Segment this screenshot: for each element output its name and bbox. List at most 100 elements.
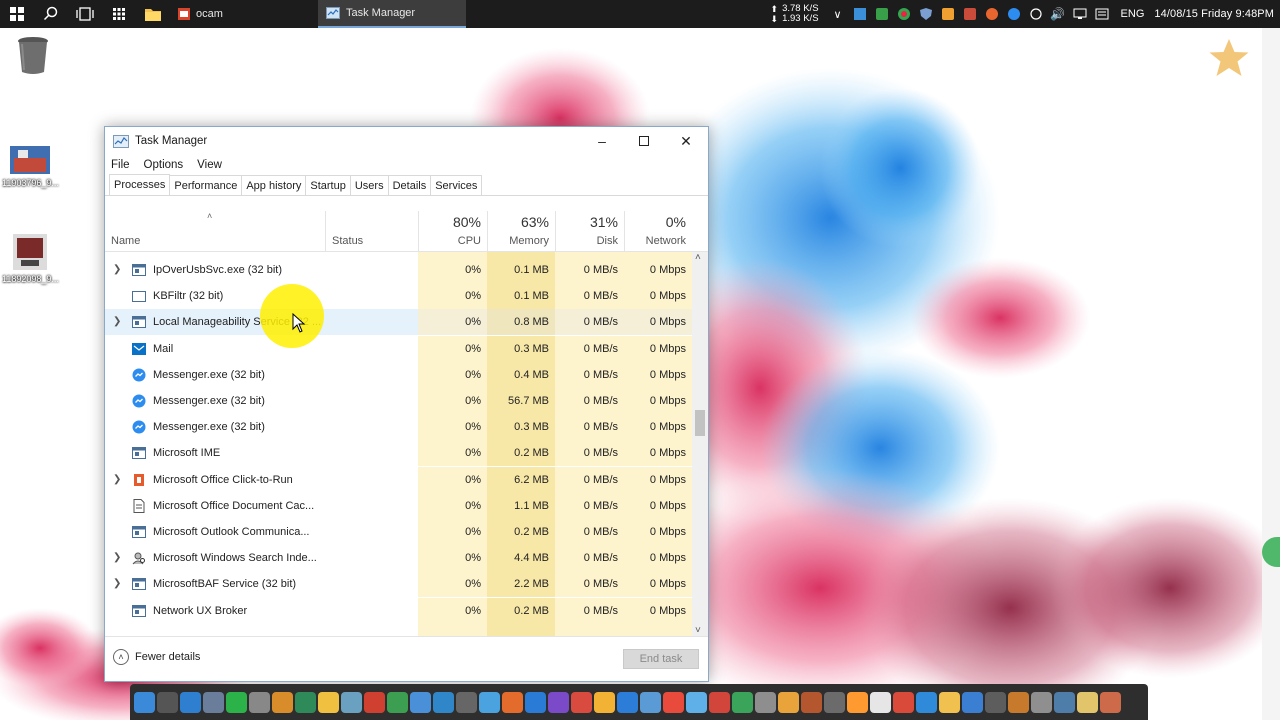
dock-app-icon[interactable] (203, 691, 224, 713)
dock-app-icon[interactable] (341, 691, 362, 713)
tab-performance[interactable]: Performance (169, 175, 243, 195)
column-name[interactable]: ˄ Name (105, 211, 325, 251)
table-row[interactable]: Messenger.exe (32 bit) 0% 0.3 MB 0 MB/s 0 Mb… (105, 414, 692, 441)
task-view-button[interactable] (68, 0, 102, 28)
dock-app-icon[interactable] (893, 691, 914, 713)
dock-app-icon[interactable] (272, 691, 293, 713)
column-network[interactable]: 0% Network (624, 211, 708, 251)
tab-app-history[interactable]: App history (241, 175, 307, 195)
table-row[interactable]: Microsoft IME 0% 0.2 MB 0 MB/s 0 Mbps (105, 440, 692, 467)
dock-app-icon[interactable] (847, 691, 868, 713)
tab-services[interactable]: Services (430, 175, 483, 195)
dock-app-icon[interactable] (962, 691, 983, 713)
dock-app-icon[interactable] (479, 691, 500, 713)
column-memory[interactable]: 63% Memory (487, 211, 555, 251)
column-cpu[interactable]: 80% CPU (418, 211, 487, 251)
dock-app-icon[interactable] (709, 691, 730, 713)
dock-app-icon[interactable] (157, 691, 178, 713)
search-button[interactable] (34, 0, 68, 28)
dock-app-icon[interactable] (801, 691, 822, 713)
close-button[interactable]: ✕ (665, 127, 707, 155)
fewer-details-button[interactable]: ˄ Fewer details (113, 649, 200, 665)
clock[interactable]: 14/08/15 Friday 9:48PM (1154, 8, 1274, 20)
table-row[interactable]: Network UX Broker 0% 0.2 MB 0 MB/s 0 Mbps (105, 597, 692, 624)
tray-app-3[interactable] (895, 5, 913, 23)
tray-app-1[interactable] (851, 5, 869, 23)
dock-app-icon[interactable] (778, 691, 799, 713)
dock-app-icon[interactable] (180, 691, 201, 713)
column-disk[interactable]: 31% Disk (555, 211, 624, 251)
start-button[interactable] (0, 0, 34, 28)
dock-app-icon[interactable] (1054, 691, 1075, 713)
tray-app-8[interactable] (1027, 5, 1045, 23)
expand-chevron-icon[interactable]: ❯ (113, 316, 121, 327)
tab-startup[interactable]: Startup (305, 175, 351, 195)
dock-app-icon[interactable] (295, 691, 316, 713)
dock-app-icon[interactable] (433, 691, 454, 713)
tray-app-4[interactable] (917, 5, 935, 23)
tab-details[interactable]: Details (387, 175, 432, 195)
tray-notifications[interactable] (1093, 5, 1111, 23)
dock-app-icon[interactable] (870, 691, 891, 713)
column-status[interactable]: Status (325, 211, 418, 251)
dock-app-icon[interactable] (249, 691, 270, 713)
dock-app-icon[interactable] (939, 691, 960, 713)
dock-app-icon[interactable] (410, 691, 431, 713)
dock-app-icon[interactable] (502, 691, 523, 713)
dock-app-icon[interactable] (364, 691, 385, 713)
vertical-scrollbar[interactable]: ˄ ˅ (692, 252, 708, 636)
tab-processes[interactable]: Processes (109, 174, 171, 195)
dock-app-icon[interactable] (134, 691, 155, 713)
tray-app-5[interactable] (939, 5, 957, 23)
file-explorer-button[interactable] (136, 0, 170, 28)
tray-app-7[interactable] (983, 5, 1001, 23)
apps-grid-button[interactable] (102, 0, 136, 28)
dock-app-icon[interactable] (1031, 691, 1052, 713)
taskbar-app-task-manager[interactable]: Task Manager (318, 0, 466, 28)
end-task-button[interactable]: End task (623, 649, 699, 669)
dock-app-icon[interactable] (318, 691, 339, 713)
dock-app-icon[interactable] (1008, 691, 1029, 713)
table-row[interactable]: Mail 0% 0.3 MB 0 MB/s 0 Mbps (105, 335, 692, 362)
title-bar[interactable]: Task Manager – ✕ (105, 127, 708, 155)
dock-app-icon[interactable] (640, 691, 661, 713)
dock-app-icon[interactable] (663, 691, 684, 713)
tray-volume[interactable]: 🔊 (1049, 5, 1067, 23)
menu-file[interactable]: File (111, 159, 130, 171)
tab-users[interactable]: Users (349, 175, 389, 195)
table-row[interactable]: ❯ Microsoft Windows Search Inde... 0% 4.4 M… (105, 545, 692, 572)
dock-app-icon[interactable] (594, 691, 615, 713)
expand-chevron-icon[interactable]: ❯ (113, 578, 121, 589)
menu-options[interactable]: Options (144, 159, 184, 171)
table-row[interactable]: ❯ Local Manageability Service (32 ... 0% 0.… (105, 309, 692, 336)
dock-app-icon[interactable] (985, 691, 1006, 713)
tray-messenger[interactable] (1005, 5, 1023, 23)
table-row[interactable]: Messenger.exe (32 bit) 0% 0.4 MB 0 MB/s 0 Mb… (105, 361, 692, 388)
dock-app-icon[interactable] (617, 691, 638, 713)
dock-app-icon[interactable] (387, 691, 408, 713)
table-row[interactable]: Messenger.exe (32 bit) 0% 56.7 MB 0 MB/s 0 M… (105, 388, 692, 414)
dock-app-icon[interactable] (548, 691, 569, 713)
dock-app-icon[interactable] (824, 691, 845, 713)
table-row[interactable]: ❯ Microsoft Office Click-to-Run 0% 6.2 MB 0 … (105, 466, 692, 493)
table-row[interactable]: ❯ MicrosoftBAF Service (32 bit) 0% 2.2 MB 0 … (105, 571, 692, 598)
minimize-button[interactable]: – (581, 127, 623, 155)
taskbar-app-ocam[interactable]: ocam (170, 0, 318, 28)
desktop-file-2[interactable]: 11892098_9... (2, 234, 59, 284)
dock-app-icon[interactable] (916, 691, 937, 713)
dock-app-icon[interactable] (525, 691, 546, 713)
dock-app-icon[interactable] (1077, 691, 1098, 713)
dock-app-icon[interactable] (226, 691, 247, 713)
star-icon[interactable] (1208, 38, 1250, 78)
desktop-file-1[interactable]: 11903796_9... (2, 146, 59, 188)
dock-app-icon[interactable] (732, 691, 753, 713)
expand-chevron-icon[interactable]: ❯ (113, 264, 121, 275)
scrollbar-thumb[interactable] (695, 410, 705, 436)
tray-app-2[interactable] (873, 5, 891, 23)
language-indicator[interactable]: ENG (1121, 8, 1145, 20)
dock-app-icon[interactable] (755, 691, 776, 713)
tray-expand-button[interactable]: ∨ (829, 5, 847, 23)
table-row[interactable]: ❯ IpOverUsbSvc.exe (32 bit) 0% 0.1 MB 0 MB/s… (105, 257, 692, 283)
table-row[interactable]: Microsoft Office Document Cac... 0% 1.1 MB… (105, 492, 692, 519)
expand-chevron-icon[interactable]: ❯ (113, 552, 121, 563)
